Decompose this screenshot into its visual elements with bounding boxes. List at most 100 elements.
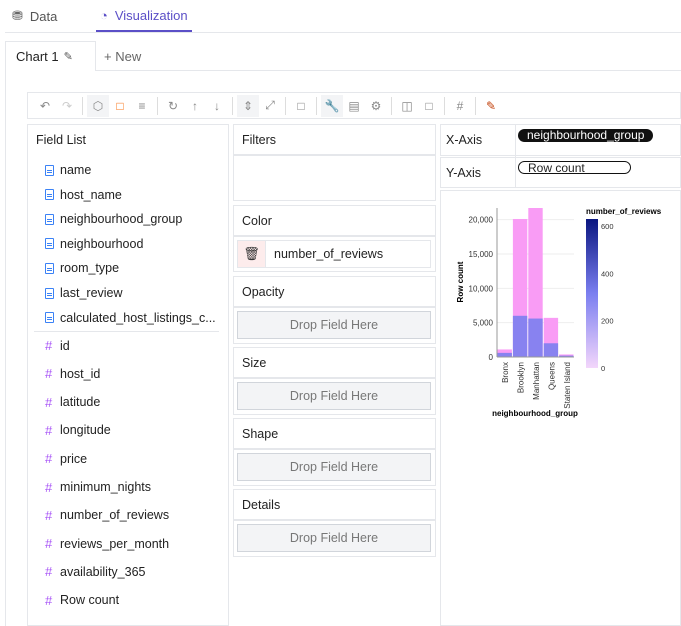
number-field-icon: # [45, 451, 53, 467]
color-field-chip[interactable]: 🗑 number_of_reviews [237, 240, 431, 268]
y-axis-title: Row count [456, 261, 465, 302]
field-item[interactable]: last_review [45, 286, 123, 300]
shape-header: Shape [233, 418, 436, 449]
toolbar: ↶ ↷ ⬡ □ ≡ ↻ ↑ ↓ ⇕ ⤢ □ 🔧 ▤ ⚙ ◫ □ # ✎ [27, 92, 681, 119]
y-axis-field-pill[interactable]: Row count [518, 161, 631, 174]
paint-icon[interactable]: ✎ [480, 95, 502, 117]
shape-drop-zone[interactable]: Drop Field Here [237, 453, 431, 481]
bar-segment [528, 318, 543, 357]
settings-icon[interactable]: ⚙ [365, 95, 387, 117]
y-tick-label: 20,000 [469, 216, 494, 225]
opacity-drop-zone[interactable]: Drop Field Here [237, 311, 431, 339]
undo-icon[interactable]: ↶ [34, 95, 56, 117]
y-tick-label: 15,000 [469, 250, 494, 259]
select-icon[interactable]: □ [109, 95, 131, 117]
x-axis-title: neighbourhood_group [492, 409, 578, 418]
y-tick-label: 10,000 [469, 284, 494, 293]
edit-icon[interactable]: ✎ [64, 50, 73, 63]
field-item[interactable]: # price [45, 451, 87, 466]
number-field-icon: # [45, 366, 53, 382]
x-axis-label: X-Axis [446, 133, 483, 147]
field-item[interactable]: # minimum_nights [45, 480, 151, 495]
refresh-icon[interactable]: ↻ [162, 95, 184, 117]
x-tick-label: Bronx [501, 362, 510, 383]
trash-icon[interactable]: 🗑 [238, 241, 266, 267]
sort-asc-icon[interactable]: ↑ [184, 95, 206, 117]
y-tick-label: 0 [489, 353, 494, 362]
redo-icon[interactable]: ↷ [56, 95, 78, 117]
field-item[interactable]: # availability_365 [45, 564, 145, 579]
new-chart-button[interactable]: + New [104, 41, 141, 71]
text-field-icon [45, 312, 54, 324]
filters-drop-area[interactable] [233, 155, 436, 201]
field-item[interactable]: # number_of_reviews [45, 508, 169, 523]
field-item[interactable]: # reviews_per_month [45, 536, 169, 551]
number-field-icon: # [45, 422, 53, 438]
tab-visualization[interactable]: ◔ Visualization [96, 0, 192, 32]
x-tick-label: Staten Island [563, 362, 572, 409]
field-item[interactable]: # id [45, 338, 70, 353]
text-field-icon [45, 189, 54, 201]
field-item[interactable]: neighbourhood_group [45, 212, 182, 226]
field-item[interactable]: neighbourhood [45, 237, 143, 251]
size-header: Size [233, 347, 436, 378]
x-tick-label: Queens [547, 362, 556, 390]
y-tick-label: 5,000 [473, 319, 494, 328]
cube-icon[interactable]: ⬡ [87, 94, 109, 117]
text-field-icon [45, 238, 54, 250]
details-drop-zone[interactable]: Drop Field Here [237, 524, 431, 552]
legend-tick-label: 400 [601, 269, 614, 278]
database-icon: ⛃ [12, 8, 23, 23]
zoom-select-icon[interactable]: □ [290, 95, 312, 117]
legend-tick-label: 600 [601, 222, 614, 231]
x-tick-label: Manhattan [532, 362, 541, 400]
layers-icon[interactable]: ≡ [131, 95, 153, 117]
legend-title: number_of_reviews [586, 207, 662, 216]
divider [5, 32, 681, 33]
code-icon[interactable]: ◫ [396, 95, 418, 117]
pie-chart-icon: ◔ [100, 7, 108, 23]
x-tick-label: Brooklyn [517, 362, 526, 393]
bar-chart: 0 5,000 10,000 15,000 20,000 Bronx Brooklyn Man… [456, 207, 662, 418]
number-field-icon: # [45, 592, 53, 608]
sort-desc-icon[interactable]: ↓ [206, 95, 228, 117]
chart-tab-1[interactable]: Chart 1 ✎ [5, 41, 96, 71]
text-field-icon [45, 164, 54, 176]
bar-segment [497, 352, 512, 357]
number-field-icon: # [45, 338, 53, 353]
filters-header: Filters [233, 124, 436, 155]
number-field-icon: # [45, 394, 53, 410]
resize-icon[interactable]: ⤢ [259, 95, 281, 117]
text-field-icon [45, 287, 54, 299]
number-field-icon: # [45, 536, 53, 552]
bar-segment [543, 343, 559, 357]
field-list-title: Field List [36, 133, 87, 147]
expand-icon[interactable]: ⇕ [237, 94, 259, 117]
format-number-icon[interactable]: # [449, 95, 471, 117]
size-drop-zone[interactable]: Drop Field Here [237, 382, 431, 410]
legend-tick-label: 0 [601, 364, 605, 373]
field-item[interactable]: name [45, 163, 91, 177]
field-item[interactable]: # latitude [45, 395, 100, 410]
legend-color-ramp [586, 219, 598, 368]
x-axis-field-pill[interactable]: neighbourhood_group [518, 129, 654, 142]
image-icon[interactable]: ▤ [343, 95, 365, 117]
field-item[interactable]: # longitude [45, 423, 111, 438]
field-item[interactable]: host_name [45, 188, 122, 202]
divider [34, 331, 219, 332]
field-item[interactable]: # Row count [45, 593, 119, 608]
wrench-icon[interactable]: 🔧 [321, 94, 343, 117]
field-item[interactable]: room_type [45, 261, 119, 275]
color-header: Color [233, 205, 436, 236]
text-field-icon [45, 262, 54, 274]
bar-segment [512, 315, 528, 357]
details-header: Details [233, 489, 436, 520]
text-field-icon [45, 213, 54, 225]
file-icon[interactable]: □ [418, 95, 440, 117]
opacity-header: Opacity [233, 276, 436, 307]
number-field-icon: # [45, 479, 53, 495]
tab-data[interactable]: ⛃ Data [12, 0, 57, 32]
field-item[interactable]: # host_id [45, 366, 100, 381]
field-item[interactable]: calculated_host_listings_c... [45, 311, 216, 325]
number-field-icon: # [45, 564, 53, 580]
